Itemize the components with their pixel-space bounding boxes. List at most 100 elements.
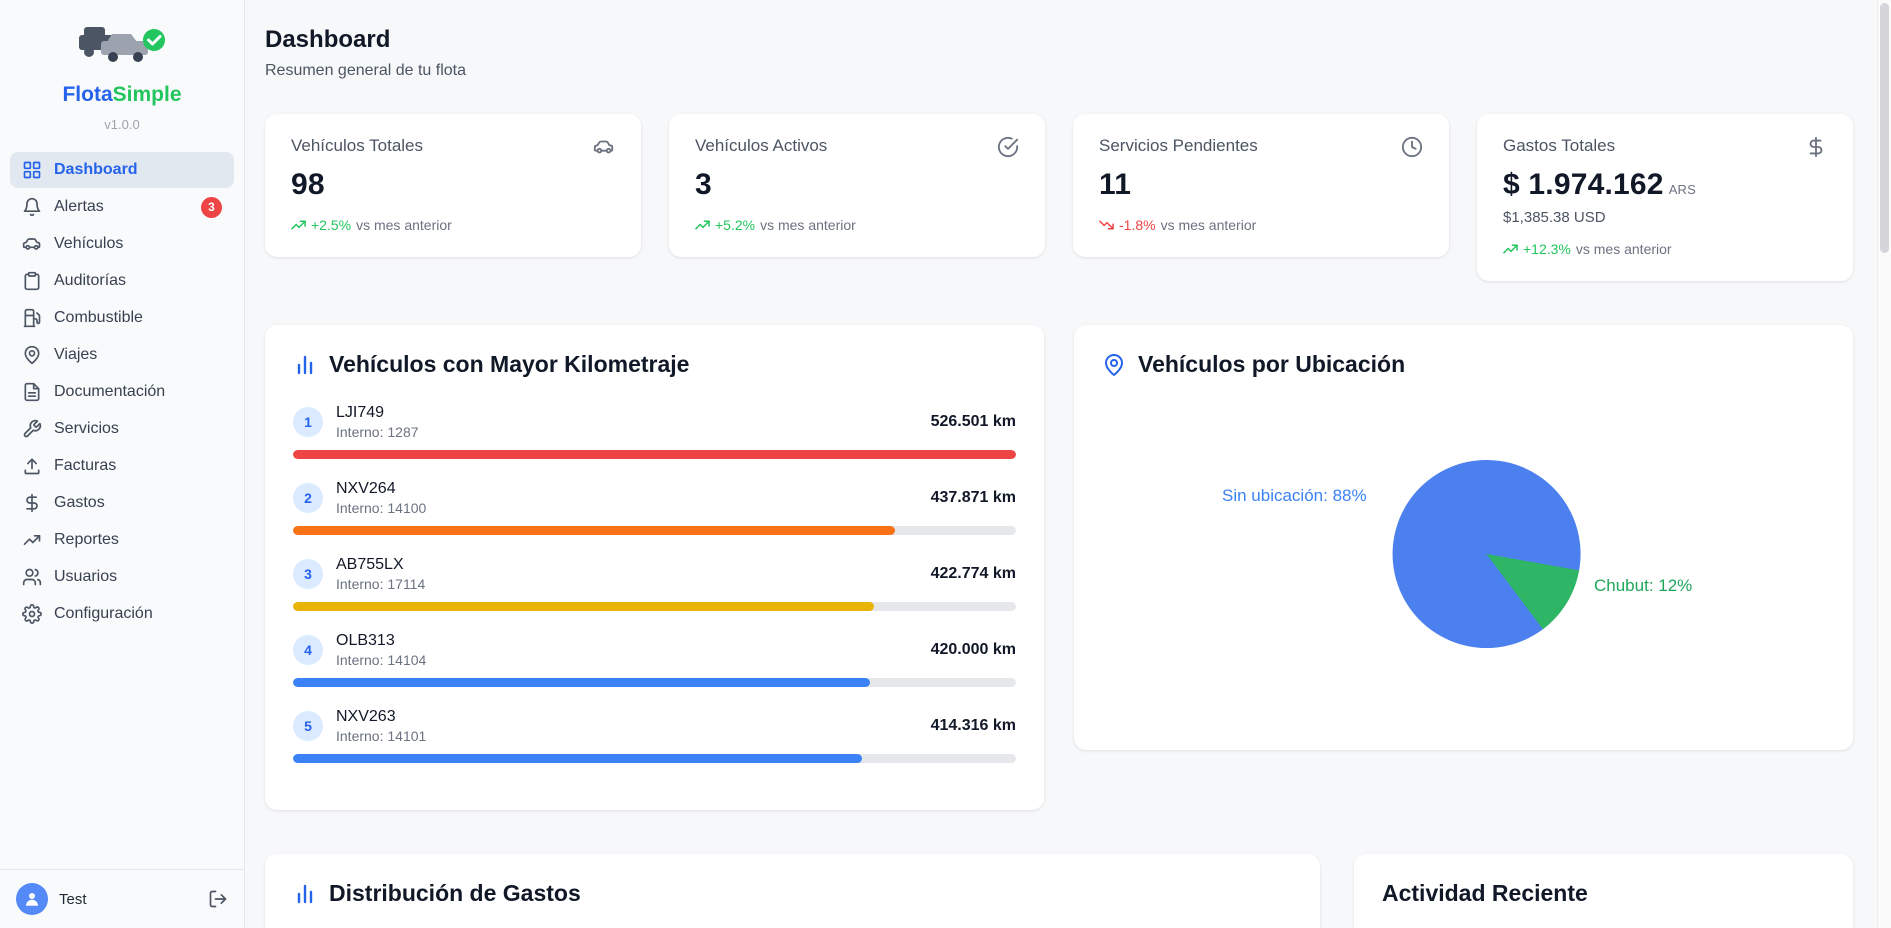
logout-icon[interactable]: [208, 889, 228, 909]
upload-icon: [22, 456, 42, 476]
sidebar-item-dashboard[interactable]: Dashboard: [10, 152, 234, 188]
sidebar-item-usuarios[interactable]: Usuarios: [10, 559, 234, 595]
bell-icon: [22, 197, 42, 217]
sidebar-item-vehiculos[interactable]: Vehículos: [10, 226, 234, 262]
location-pie-chart: Sin ubicación: 88% Chubut: 12%: [1102, 384, 1825, 724]
trend-up-icon: [1503, 243, 1518, 255]
main-content: Dashboard Resumen general de tu flota Ve…: [245, 0, 1891, 928]
sidebar-item-configuracion[interactable]: Configuración: [10, 596, 234, 632]
mileage-row: 2 NXV264 Interno: 14100 437.871 km: [293, 480, 1016, 535]
scrollbar-thumb[interactable]: [1880, 3, 1889, 253]
activity-panel-title: Actividad Reciente: [1382, 880, 1588, 907]
trend-down-icon: [1099, 219, 1114, 231]
stat-trend: +12.3% vs mes anterior: [1503, 241, 1827, 257]
km-bar-fill: [293, 754, 862, 763]
sidebar-nav: Dashboard Alertas 3 Vehículos Auditorías…: [0, 146, 244, 869]
vehicle-interno: Interno: 14101: [336, 728, 426, 744]
vehicle-plate: NXV263: [336, 708, 426, 726]
stat-card-vehiculos-activos: Vehículos Activos 3 +5.2% vs mes anterio…: [669, 114, 1045, 257]
fleet-logo-icon: [72, 63, 172, 80]
currency-label: ARS: [1669, 182, 1696, 197]
sidebar-user-section: Test: [0, 869, 244, 928]
trend-up-icon: [695, 219, 710, 231]
sidebar-item-reportes[interactable]: Reportes: [10, 522, 234, 558]
rank-badge: 2: [293, 483, 323, 513]
fuel-pump-icon: [22, 308, 42, 328]
km-bar-fill: [293, 678, 870, 687]
bar-chart-icon: [293, 353, 317, 377]
vehicle-plate: OLB313: [336, 632, 426, 650]
pie-chart: [1392, 460, 1580, 648]
sidebar-item-gastos[interactable]: Gastos: [10, 485, 234, 521]
map-pin-icon: [1102, 353, 1126, 377]
stat-trend: -1.8% vs mes anterior: [1099, 217, 1423, 233]
vehicle-km: 526.501 km: [931, 413, 1016, 431]
activity-panel: Actividad Reciente: [1354, 854, 1853, 928]
mileage-row: 5 NXV263 Interno: 14101 414.316 km: [293, 708, 1016, 763]
sidebar: FlotaSimple v1.0.0 Dashboard Alertas 3 V…: [0, 0, 245, 928]
expenses-panel-title: Distribución de Gastos: [329, 880, 581, 907]
sidebar-item-label: Vehículos: [54, 235, 123, 253]
sidebar-item-viajes[interactable]: Viajes: [10, 337, 234, 373]
sidebar-item-label: Viajes: [54, 346, 97, 364]
app-logo: FlotaSimple: [0, 0, 244, 117]
sidebar-item-label: Alertas: [54, 198, 104, 216]
sidebar-item-auditorias[interactable]: Auditorías: [10, 263, 234, 299]
sidebar-item-facturas[interactable]: Facturas: [10, 448, 234, 484]
car-icon: [22, 234, 42, 254]
clipboard-icon: [22, 271, 42, 291]
stat-label: Gastos Totales: [1503, 136, 1615, 156]
gear-icon: [22, 604, 42, 624]
vehicle-interno: Interno: 1287: [336, 424, 419, 440]
user-name: Test: [59, 891, 87, 908]
page-subtitle: Resumen general de tu flota: [265, 62, 1853, 80]
alert-count-badge: 3: [201, 197, 222, 218]
stat-value: 98: [291, 168, 615, 202]
vehicle-plate: AB755LX: [336, 556, 425, 574]
location-panel-title: Vehículos por Ubicación: [1138, 351, 1405, 378]
km-bar-track: [293, 754, 1016, 763]
mileage-list: 1 LJI749 Interno: 1287 526.501 km 2 NXV2…: [293, 404, 1016, 763]
sidebar-item-label: Configuración: [54, 605, 153, 623]
location-panel: Vehículos por Ubicación Sin ubicación: 8…: [1074, 325, 1853, 750]
stat-value: $ 1.974.162ARS: [1503, 168, 1827, 202]
grid-icon: [22, 160, 42, 180]
km-bar-track: [293, 450, 1016, 459]
dollar-icon: [1805, 136, 1827, 158]
trend-up-icon: [291, 219, 306, 231]
check-circle-icon: [997, 136, 1019, 158]
mileage-panel: Vehículos con Mayor Kilometraje 1 LJI749…: [265, 325, 1044, 810]
vehicle-plate: NXV264: [336, 480, 426, 498]
sidebar-item-combustible[interactable]: Combustible: [10, 300, 234, 336]
stat-label: Vehículos Totales: [291, 136, 423, 156]
vehicle-interno: Interno: 14104: [336, 652, 426, 668]
vehicle-km: 420.000 km: [931, 641, 1016, 659]
sidebar-item-servicios[interactable]: Servicios: [10, 411, 234, 447]
page-title: Dashboard: [265, 26, 1853, 54]
km-bar-fill: [293, 526, 895, 535]
vertical-scrollbar[interactable]: [1877, 0, 1891, 928]
app-version: v1.0.0: [0, 117, 244, 146]
km-bar-track: [293, 678, 1016, 687]
km-bar-fill: [293, 602, 874, 611]
pie-label-chubut: Chubut: 12%: [1594, 576, 1692, 596]
sidebar-item-label: Auditorías: [54, 272, 126, 290]
mileage-row: 3 AB755LX Interno: 17114 422.774 km: [293, 556, 1016, 611]
car-icon: [593, 136, 615, 158]
vehicle-km: 437.871 km: [931, 489, 1016, 507]
expenses-panel: Distribución de Gastos: [265, 854, 1320, 928]
trending-up-icon: [22, 530, 42, 550]
sidebar-item-label: Gastos: [54, 494, 105, 512]
vehicle-interno: Interno: 14100: [336, 500, 426, 516]
vehicle-plate: LJI749: [336, 404, 419, 422]
stats-row: Vehículos Totales 98 +2.5% vs mes anteri…: [265, 114, 1853, 281]
sidebar-item-label: Servicios: [54, 420, 119, 438]
sidebar-item-alertas[interactable]: Alertas 3: [10, 189, 234, 225]
users-icon: [22, 567, 42, 587]
rank-badge: 4: [293, 635, 323, 665]
sidebar-item-documentacion[interactable]: Documentación: [10, 374, 234, 410]
dollar-icon: [22, 493, 42, 513]
stat-value: 3: [695, 168, 1019, 202]
bar-chart-icon: [293, 882, 317, 906]
pie-label-sin-ubicacion: Sin ubicación: 88%: [1222, 486, 1367, 506]
